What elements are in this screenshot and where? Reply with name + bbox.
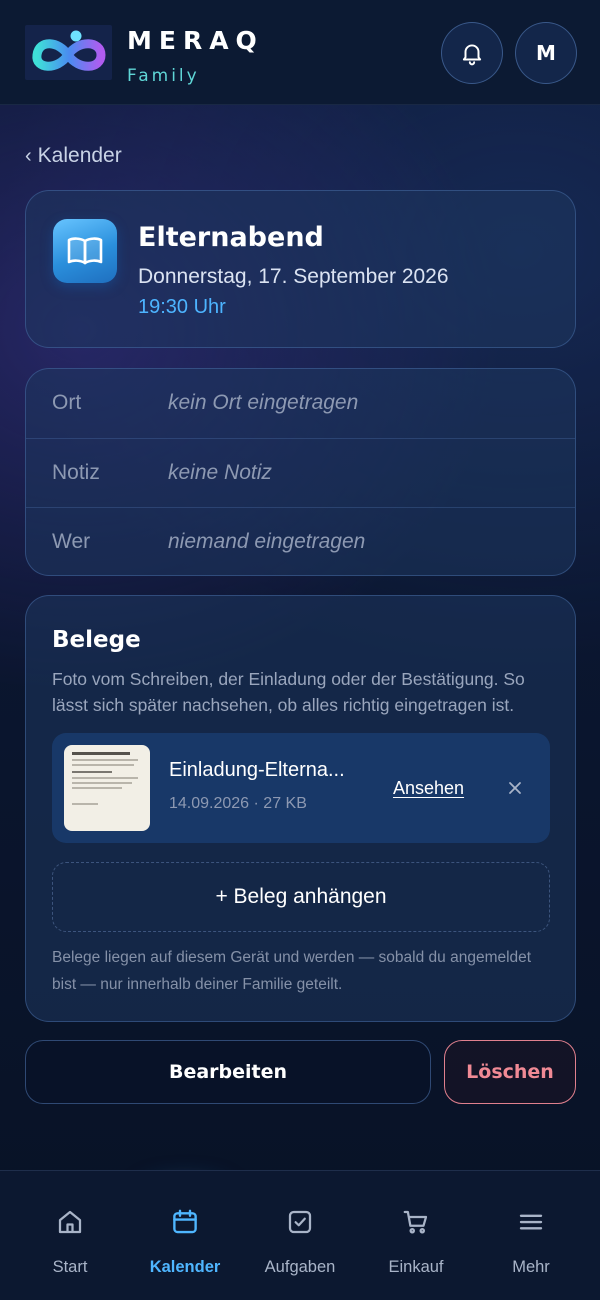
calendar-icon bbox=[167, 1204, 203, 1240]
home-icon bbox=[52, 1204, 88, 1240]
avatar[interactable]: M bbox=[515, 22, 577, 84]
detail-value: kein Ort eingetragen bbox=[168, 391, 359, 414]
menu-icon bbox=[513, 1204, 549, 1240]
event-details-card: Ort kein Ort eingetragen Notiz keine Not… bbox=[25, 368, 576, 576]
nav-item-aufgaben[interactable]: Aufgaben bbox=[242, 1171, 358, 1300]
event-date: Donnerstag, 17. September 2026 bbox=[138, 265, 449, 288]
edit-button[interactable]: Bearbeiten bbox=[25, 1040, 431, 1104]
bell-icon bbox=[459, 40, 485, 66]
detail-label: Notiz bbox=[52, 461, 100, 484]
detail-row-location: Ort kein Ort eingetragen bbox=[26, 369, 575, 438]
receipts-card: Belege Foto vom Schreiben, der Einladung… bbox=[25, 595, 576, 1022]
receipts-title: Belege bbox=[52, 627, 141, 653]
app-header: MERAQ Family M bbox=[0, 0, 600, 105]
brand-name: MERAQ bbox=[127, 26, 264, 55]
add-receipt-button[interactable]: + Beleg anhängen bbox=[52, 862, 550, 932]
detail-label: Ort bbox=[52, 391, 82, 414]
cart-icon bbox=[398, 1204, 434, 1240]
back-link[interactable]: ‹ Kalender bbox=[25, 144, 122, 168]
notifications-button[interactable] bbox=[441, 22, 503, 84]
brand-subtitle: Family bbox=[127, 66, 200, 86]
nav-label: Einkauf bbox=[388, 1258, 444, 1276]
nav-label: Start bbox=[52, 1258, 88, 1276]
book-icon bbox=[53, 219, 117, 283]
detail-value: keine Notiz bbox=[168, 461, 272, 484]
nav-label: Mehr bbox=[512, 1258, 550, 1276]
checkbox-icon bbox=[282, 1204, 318, 1240]
attachment-meta: 14.09.2026 · 27 KB bbox=[169, 795, 307, 812]
nav-label: Kalender bbox=[149, 1258, 221, 1276]
remove-attachment-button[interactable] bbox=[504, 777, 526, 799]
detail-label: Wer bbox=[52, 530, 91, 553]
detail-value: niemand eingetragen bbox=[168, 530, 366, 553]
event-time: 19:30 Uhr bbox=[138, 296, 226, 318]
nav-label: Aufgaben bbox=[264, 1258, 336, 1276]
receipts-description: Foto vom Schreiben, der Einladung oder d… bbox=[52, 669, 525, 715]
event-card: Elternabend Donnerstag, 17. September 20… bbox=[25, 190, 576, 348]
attachment-thumbnail[interactable] bbox=[64, 745, 150, 831]
avatar-initial: M bbox=[536, 41, 556, 65]
nav-item-einkauf[interactable]: Einkauf bbox=[358, 1171, 474, 1300]
attachment-name: Einladung-Elterna... bbox=[169, 759, 345, 781]
nav-item-mehr[interactable]: Mehr bbox=[473, 1171, 589, 1300]
back-link-label: Kalender bbox=[37, 144, 122, 167]
infinity-logo-icon bbox=[25, 25, 112, 80]
nav-item-start[interactable]: Start bbox=[12, 1171, 128, 1300]
close-icon bbox=[508, 781, 522, 795]
event-title: Elternabend bbox=[138, 222, 324, 253]
delete-button[interactable]: Löschen bbox=[444, 1040, 576, 1104]
bottom-navigation: Start Kalender Aufgaben Einkauf Mehr bbox=[0, 1170, 600, 1300]
view-attachment-link[interactable]: Ansehen bbox=[393, 778, 464, 799]
detail-row-who: Wer niemand eingetragen bbox=[26, 507, 575, 575]
attachment-item[interactable]: Einladung-Elterna... 14.09.2026 · 27 KB … bbox=[52, 733, 550, 843]
chevron-left-icon: ‹ bbox=[25, 145, 32, 167]
receipts-privacy-note: Belege liegen auf diesem Gerät und werde… bbox=[52, 949, 532, 993]
detail-row-note: Notiz keine Notiz bbox=[26, 438, 575, 507]
nav-item-kalender[interactable]: Kalender bbox=[127, 1171, 243, 1300]
